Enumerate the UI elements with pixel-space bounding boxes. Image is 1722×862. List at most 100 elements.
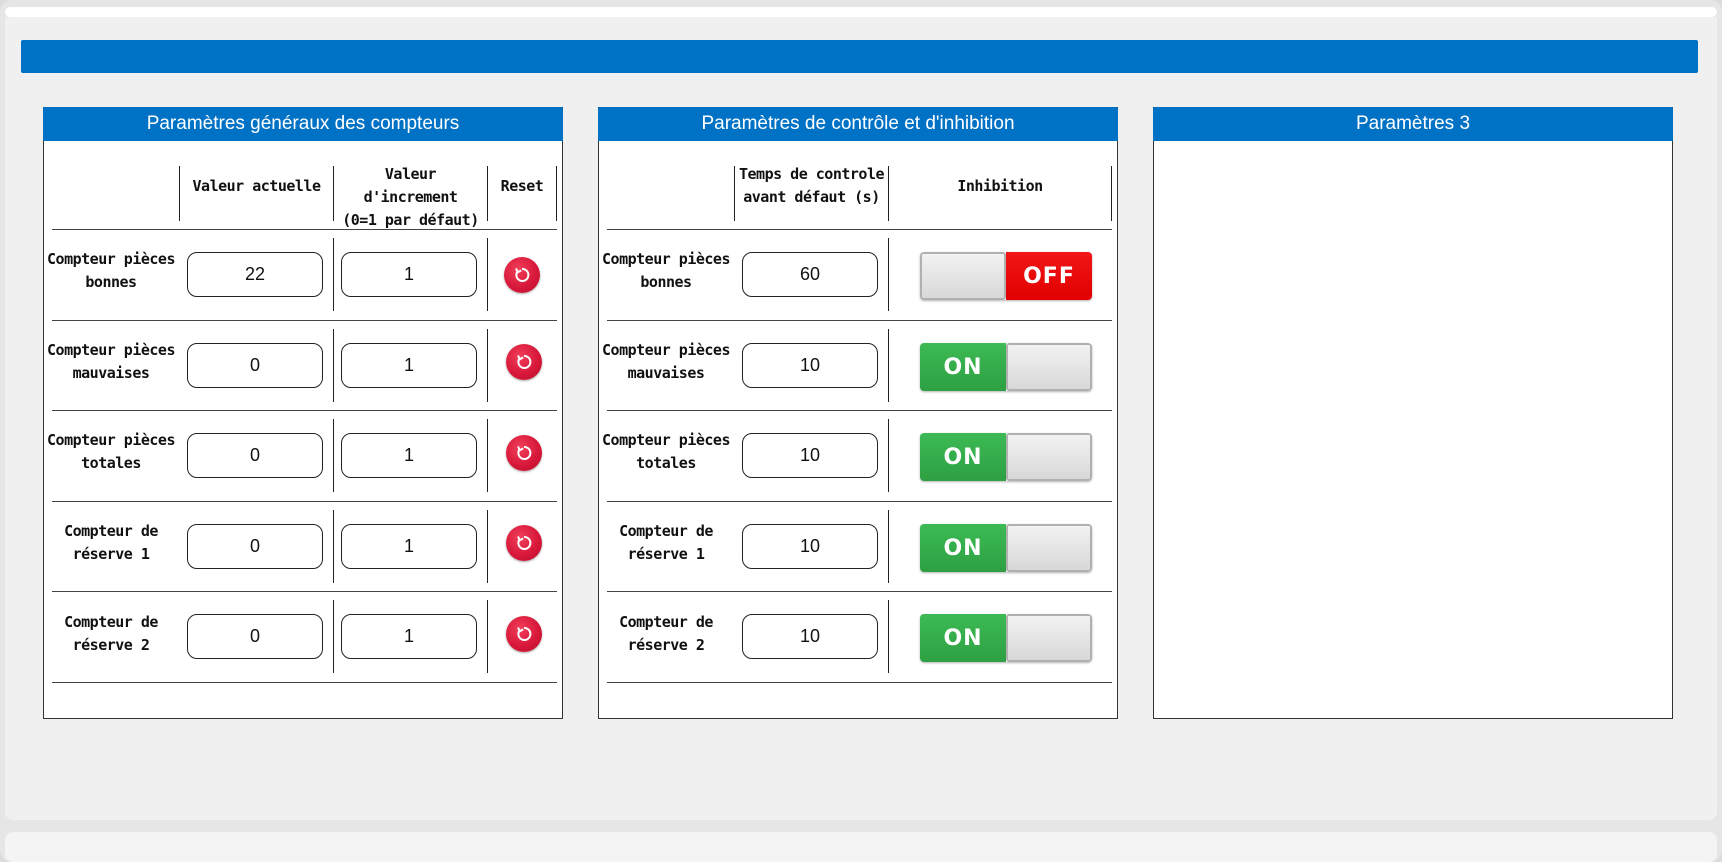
row-label-line1: Compteur de (619, 613, 713, 631)
row-label: Compteur pièces totales (44, 429, 178, 475)
row-separator (52, 682, 557, 683)
row-label-line2: réserve 1 (72, 545, 150, 563)
reset-button[interactable] (506, 525, 542, 561)
control-time-field[interactable]: 10 (742, 614, 878, 659)
control-time-field[interactable]: 10 (742, 524, 878, 569)
current-value-field[interactable]: 22 (187, 252, 323, 297)
current-value-field[interactable]: 0 (187, 614, 323, 659)
reset-button[interactable] (504, 257, 540, 293)
inhibition-toggle[interactable]: ON (920, 524, 1092, 572)
divider (487, 238, 488, 311)
toggle-knob (1006, 433, 1092, 481)
row-label-line2: réserve 2 (627, 636, 705, 654)
current-value-field[interactable]: 0 (187, 433, 323, 478)
toggle-state-label: ON (920, 524, 1006, 572)
col-header-time: Temps de controle avant défaut (s) (735, 163, 888, 209)
divider (333, 329, 334, 402)
col-header-increment-line1: Valeur d'increment (363, 165, 458, 206)
row-label: Compteur de réserve 1 (599, 520, 733, 566)
col-header-inhibition: Inhibition (957, 177, 1043, 195)
control-time-field[interactable]: 60 (742, 252, 878, 297)
current-value-field[interactable]: 0 (187, 343, 323, 388)
increment-value-field[interactable]: 1 (341, 343, 477, 388)
divider (487, 329, 488, 402)
params3-panel: Paramètres 3 (1153, 107, 1673, 719)
toggle-state-label: ON (920, 433, 1006, 481)
row-label-line1: Compteur pièces (47, 341, 175, 359)
row-separator (607, 320, 1112, 321)
row-label-line1: Compteur pièces (602, 431, 730, 449)
row-label-line1: Compteur pièces (47, 250, 175, 268)
col-header-time-line1: Temps de controle (738, 165, 885, 183)
row-label-line2: mauvaises (627, 364, 705, 382)
top-strip (5, 7, 1717, 17)
increment-value-field[interactable]: 1 (341, 433, 477, 478)
row-label-line1: Compteur pièces (602, 250, 730, 268)
row-label-line2: réserve 2 (72, 636, 150, 654)
divider (1111, 166, 1112, 221)
col-header-increment: Valeur d'increment (0=1 par défaut) (334, 163, 487, 232)
divider (333, 600, 334, 673)
reset-button[interactable] (506, 435, 542, 471)
divider (888, 329, 889, 402)
col-header-current: Valeur actuelle (192, 177, 321, 195)
panel-title: Paramètres 3 (1153, 107, 1673, 141)
current-value-field[interactable]: 0 (187, 524, 323, 569)
toggle-knob (1006, 524, 1092, 572)
row-label-line2: bonnes (640, 273, 692, 291)
row-label: Compteur pièces totales (599, 429, 733, 475)
increment-value-field[interactable]: 1 (341, 614, 477, 659)
panel-title: Paramètres généraux des compteurs (43, 107, 563, 141)
row-label-line2: réserve 1 (627, 545, 705, 563)
row-separator (52, 591, 557, 592)
row-label-line2: mauvaises (72, 364, 150, 382)
inhibition-toggle[interactable]: OFF (920, 252, 1092, 300)
control-time-field[interactable]: 10 (742, 343, 878, 388)
row-label: Compteur pièces mauvaises (44, 339, 178, 385)
divider (333, 238, 334, 311)
toggle-knob (920, 252, 1006, 300)
panel-title: Paramètres de contrôle et d'inhibition (598, 107, 1118, 141)
row-label-line2: totales (81, 454, 141, 472)
title-bar (21, 40, 1698, 73)
row-separator (607, 410, 1112, 411)
row-separator (52, 501, 557, 502)
inhibition-toggle[interactable]: ON (920, 614, 1092, 662)
row-separator (607, 682, 1112, 683)
increment-value-field[interactable]: 1 (341, 524, 477, 569)
row-label-line1: Compteur de (64, 522, 158, 540)
row-label-line1: Compteur pièces (47, 431, 175, 449)
divider (487, 600, 488, 673)
row-label-line2: totales (636, 454, 696, 472)
reset-icon (517, 535, 532, 550)
toggle-state-label: OFF (1006, 252, 1092, 300)
row-label: Compteur de réserve 1 (44, 520, 178, 566)
row-label: Compteur de réserve 2 (44, 611, 178, 657)
divider (888, 600, 889, 673)
reset-button[interactable] (506, 616, 542, 652)
row-separator (607, 501, 1112, 502)
row-label-line1: Compteur de (64, 613, 158, 631)
divider (888, 238, 889, 311)
inhibition-toggle[interactable]: ON (920, 343, 1092, 391)
reset-icon (515, 267, 530, 282)
divider (333, 510, 334, 583)
reset-button[interactable] (506, 344, 542, 380)
row-separator (52, 229, 557, 230)
divider (556, 166, 557, 221)
row-label-line1: Compteur pièces (602, 341, 730, 359)
increment-value-field[interactable]: 1 (341, 252, 477, 297)
divider (888, 510, 889, 583)
inhibition-toggle[interactable]: ON (920, 433, 1092, 481)
divider (333, 419, 334, 492)
divider (888, 419, 889, 492)
row-label-line1: Compteur de (619, 522, 713, 540)
reset-icon (517, 445, 532, 460)
row-label: Compteur de réserve 2 (599, 611, 733, 657)
row-label: Compteur pièces mauvaises (599, 339, 733, 385)
col-header-time-line2: avant défaut (s) (743, 188, 880, 206)
reset-icon (517, 354, 532, 369)
row-separator (52, 320, 557, 321)
control-time-field[interactable]: 10 (742, 433, 878, 478)
toggle-state-label: ON (920, 614, 1006, 662)
